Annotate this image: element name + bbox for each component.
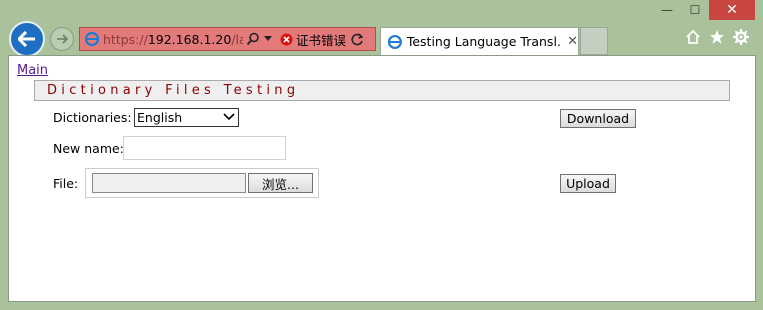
download-button[interactable]: Download <box>560 109 636 128</box>
url-host: 192.168.1.20 <box>147 31 232 47</box>
section-header-title: Dictionary Files Testing <box>47 83 300 98</box>
address-bar[interactable]: https://192.168.1.20/lang 证书错误 <box>79 27 376 51</box>
main-link[interactable]: Main <box>17 63 48 78</box>
maximize-button[interactable]: ☐ <box>681 0 709 20</box>
page-content: Main Dictionary Files Testing Dictionari… <box>8 55 756 302</box>
ie-page-icon <box>84 31 100 47</box>
forward-button[interactable] <box>50 27 74 51</box>
chevron-down-icon <box>223 113 235 121</box>
url-path: /lang <box>231 31 243 47</box>
cert-error-label: 证书错误 <box>296 32 347 48</box>
url-scheme: https:// <box>103 31 148 47</box>
browser-chrome: — ☐ ✕ https://192.168.1.20/lang 证书错误 Tes… <box>0 0 763 57</box>
forward-arrow-icon <box>57 34 68 44</box>
window-controls: — ☐ ✕ <box>653 0 755 20</box>
browse-button[interactable]: 浏览... <box>248 173 313 193</box>
dictionaries-select[interactable]: English <box>134 108 239 127</box>
close-window-button[interactable]: ✕ <box>709 0 755 20</box>
dictionaries-label: Dictionaries: <box>53 110 132 125</box>
home-icon[interactable] <box>685 29 701 45</box>
ie-tab-icon <box>387 34 402 49</box>
refresh-icon[interactable] <box>351 32 364 46</box>
file-label: File: <box>53 176 79 191</box>
tab-title: Testing Language Transl... <box>406 34 562 49</box>
dictionaries-selected-value: English <box>137 110 183 125</box>
section-header: Dictionary Files Testing <box>34 80 730 101</box>
chevron-down-icon[interactable] <box>264 36 272 42</box>
favorites-star-icon[interactable] <box>709 29 725 45</box>
toolbar-icons <box>685 29 749 45</box>
new-name-input[interactable] <box>123 136 286 160</box>
gear-icon[interactable] <box>733 29 749 45</box>
new-name-label: New name: <box>53 141 124 156</box>
tab-active[interactable]: Testing Language Transl... ✕ <box>380 27 579 55</box>
cert-error-indicator[interactable]: 证书错误 <box>280 30 346 49</box>
back-arrow-icon <box>18 31 35 47</box>
new-tab-button[interactable] <box>580 27 608 55</box>
upload-button[interactable]: Upload <box>560 174 616 193</box>
minimize-button[interactable]: — <box>653 0 681 20</box>
error-icon <box>280 33 293 45</box>
file-path-field[interactable] <box>92 173 246 193</box>
file-upload-control: 浏览... <box>85 168 319 198</box>
close-tab-icon[interactable]: ✕ <box>567 34 578 49</box>
back-button[interactable] <box>9 21 45 57</box>
address-url[interactable]: https://192.168.1.20/lang <box>103 32 243 47</box>
search-icon[interactable] <box>246 32 260 46</box>
